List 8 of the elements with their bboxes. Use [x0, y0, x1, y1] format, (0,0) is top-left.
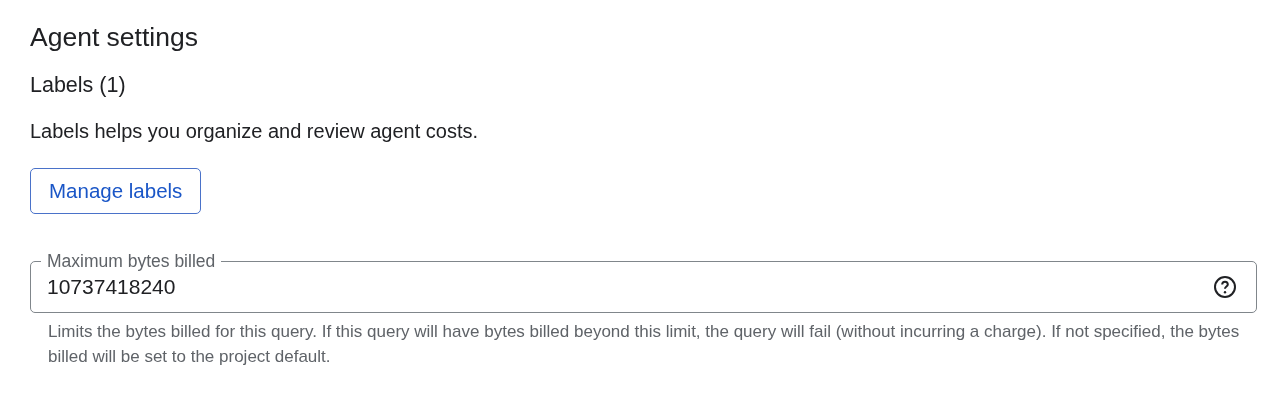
section-description: Labels helps you organize and review agent costs.	[30, 120, 479, 142]
bytes-input[interactable]: 10737418240	[41, 270, 1213, 303]
help-icon[interactable]	[1213, 274, 1237, 299]
page-title: Agent settings	[30, 22, 198, 52]
section-heading: Labels (1)	[30, 72, 126, 98]
field-help-text: Limits the bytes billed for this query. If this query will have bytes billed beyond this limit, the query will fail (without incurring a charge). If not specified, the bytes billed will be set to the project default.	[47, 321, 1240, 368]
max-bytes-field[interactable]: Maximum bytes billed 10737418240	[30, 253, 1257, 313]
manage-labels-button[interactable]: Manage labels	[30, 168, 202, 214]
